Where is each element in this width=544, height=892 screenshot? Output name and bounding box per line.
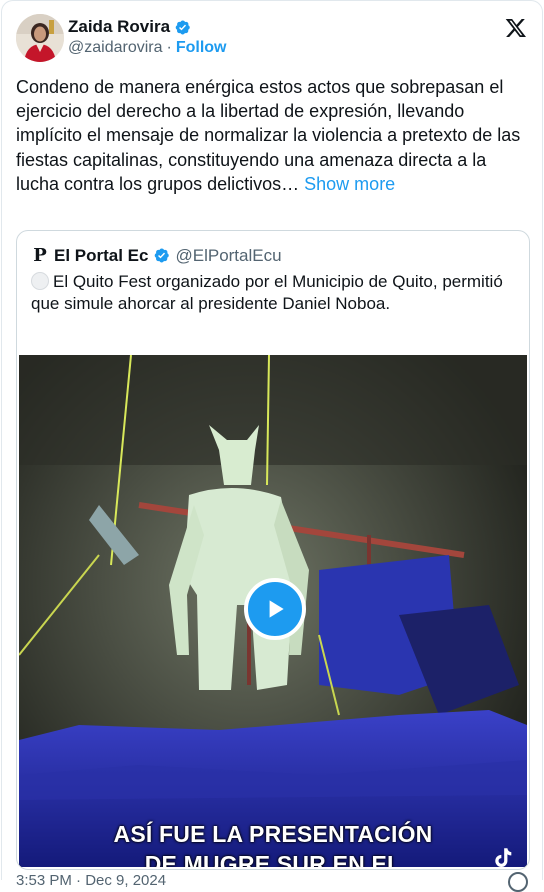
tweet-body: Condeno de manera enérgica estos actos q… [16, 77, 521, 194]
play-icon [269, 600, 284, 618]
tiktok-icon [495, 848, 512, 867]
author-handle[interactable]: @zaidarovira [68, 39, 163, 57]
quoted-text: El Quito Fest organizado por el Municipi… [31, 271, 521, 315]
x-logo-icon[interactable] [504, 16, 528, 40]
emoji-placeholder-icon [31, 272, 49, 290]
quoted-header: P El Portal Ec @ElPortalEcu [31, 245, 281, 266]
quoted-avatar[interactable]: P [31, 245, 49, 266]
quoted-author-handle[interactable]: @ElPortalEcu [175, 246, 281, 266]
author-name[interactable]: Zaida Rovira [68, 17, 170, 37]
follow-button[interactable]: Follow [176, 39, 227, 57]
quoted-tweet[interactable]: P El Portal Ec @ElPortalEcu El Quito Fes… [16, 230, 530, 870]
tweet-timestamp[interactable]: 3:53 PM · Dec 9, 2024 [16, 872, 166, 889]
video-caption-line2: DE MUGRE SUR EN EL [144, 851, 402, 867]
quoted-author-name[interactable]: El Portal Ec [54, 246, 148, 266]
info-icon[interactable] [508, 872, 528, 892]
tweet-header: Zaida Rovira @zaidarovira · Follow [16, 14, 528, 62]
author-name-row: Zaida Rovira [68, 17, 191, 37]
video-player[interactable]: ASÍ FUE LA PRESENTACIÓN DE MUGRE SUR EN … [19, 355, 527, 867]
show-more-link[interactable]: Show more [304, 174, 395, 194]
quoted-body: El Quito Fest organizado por el Municipi… [31, 272, 503, 313]
avatar[interactable] [16, 14, 64, 62]
separator-dot: · [166, 39, 172, 56]
video-caption-line1: ASÍ FUE LA PRESENTACIÓN [113, 821, 433, 847]
play-button[interactable] [244, 578, 306, 640]
author-handle-row: @zaidarovira · Follow [68, 39, 226, 57]
verified-badge-icon [175, 20, 190, 34]
tweet-text: Condeno de manera enérgica estos actos q… [16, 75, 526, 196]
verified-badge-icon [155, 248, 170, 263]
